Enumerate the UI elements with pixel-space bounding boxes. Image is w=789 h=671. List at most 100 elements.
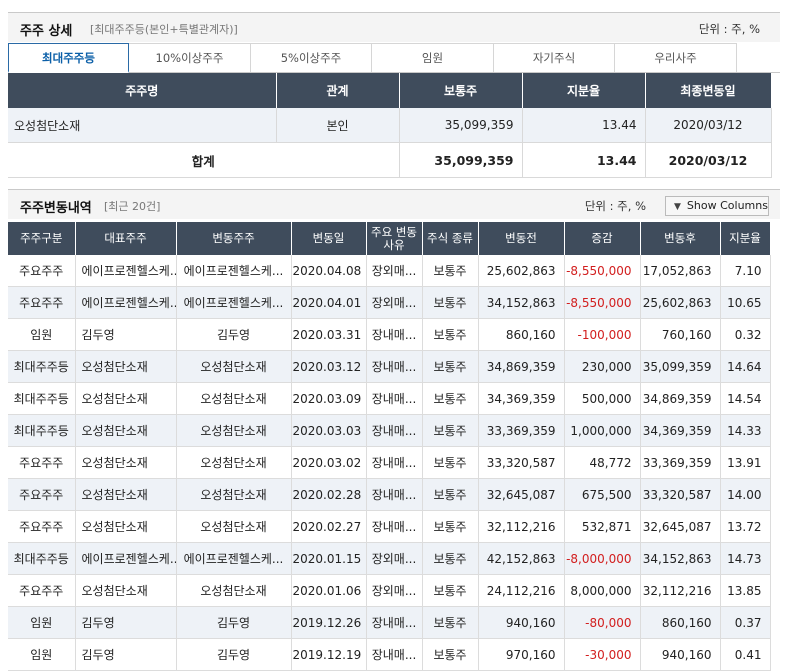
change-amount: -100,000 — [564, 318, 641, 351]
representative: 오성첨단소재 — [75, 382, 177, 415]
after-shares: 760,160 — [640, 318, 721, 351]
col-change: 증감 — [564, 222, 641, 255]
relation: 본인 — [276, 108, 400, 143]
table-row: 최대주주등 에이프로젠헬스케... 에이프로젠헬스케... 2020.01.15 장외매… — [8, 542, 771, 575]
tab-largest-shareholders[interactable]: 최대주주등 — [8, 43, 129, 73]
tab-treasury-stock[interactable]: 자기주식 — [494, 43, 615, 72]
change-amount: 1,000,000 — [564, 414, 641, 447]
stock-type: 보통주 — [422, 606, 479, 639]
holder-type: 주요주주 — [8, 510, 76, 543]
holder-type: 주요주주 — [8, 286, 76, 319]
ownership-ratio: 13.44 — [522, 108, 646, 143]
table-header-row: 주주구분 대표주주 변동주주 변동일 주요 변동사유 주식 종류 변동전 증감 … — [8, 222, 771, 255]
before-shares: 34,369,359 — [478, 382, 565, 415]
shareholder-change-table: 주주구분 대표주주 변동주주 변동일 주요 변동사유 주식 종류 변동전 증감 … — [8, 222, 771, 671]
change-reason: 장내매... — [366, 350, 423, 383]
ratio: 7.10 — [720, 255, 771, 287]
tab-executives[interactable]: 임원 — [372, 43, 494, 72]
last-change-date: 2020/03/12 — [645, 108, 772, 143]
ratio: 14.33 — [720, 414, 771, 447]
change-date: 2019.12.26 — [291, 606, 367, 639]
changed-holder: 오성첨단소재 — [176, 414, 292, 447]
ratio: 13.91 — [720, 446, 771, 479]
ratio: 0.32 — [720, 318, 771, 351]
show-columns-label: Show Columns — [686, 199, 768, 212]
ratio: 14.54 — [720, 382, 771, 415]
ratio: 13.85 — [720, 574, 771, 607]
after-shares: 35,099,359 — [640, 350, 721, 383]
change-reason: 장내매... — [366, 318, 423, 351]
col-change-reason: 주요 변동사유 — [366, 222, 423, 255]
table-row: 최대주주등 오성첨단소재 오성첨단소재 2020.03.09 장내매... 보통주 34,3… — [8, 382, 771, 415]
ratio: 13.72 — [720, 510, 771, 543]
stock-type: 보통주 — [422, 350, 479, 383]
unit-label: 단위 : 주, % — [698, 22, 760, 36]
change-reason: 장내매... — [366, 478, 423, 511]
holder-type: 최대주주등 — [8, 350, 76, 383]
change-date: 2020.03.09 — [291, 382, 367, 415]
changed-holder: 에이프로젠헬스케... — [176, 255, 292, 287]
change-date: 2019.12.19 — [291, 638, 367, 671]
shareholder-tabs: 최대주주등 10%이상주주 5%이상주주 임원 자기주식 우리사주 — [8, 43, 780, 73]
col-ownership-ratio: 지분율 — [522, 73, 646, 108]
ratio: 10.65 — [720, 286, 771, 319]
representative: 에이프로젠헬스케... — [75, 542, 177, 575]
representative: 김두영 — [75, 318, 177, 351]
before-shares: 940,160 — [478, 606, 565, 639]
change-date: 2020.03.02 — [291, 446, 367, 479]
representative: 에이프로젠헬스케... — [75, 286, 177, 319]
change-amount: -80,000 — [564, 606, 641, 639]
col-before: 변동전 — [478, 222, 565, 255]
change-amount: 532,871 — [564, 510, 641, 543]
stock-type: 보통주 — [422, 255, 479, 287]
col-shareholder-name: 주주명 — [8, 73, 277, 108]
total-row: 합계 35,099,359 13.44 2020/03/12 — [8, 142, 772, 178]
col-relation: 관계 — [276, 73, 400, 108]
after-shares: 32,112,216 — [640, 574, 721, 607]
before-shares: 33,369,359 — [478, 414, 565, 447]
total-ratio: 13.44 — [522, 142, 646, 178]
table-row: 임원 김두영 김두영 2019.12.19 장내매... 보통주 970,160 -30,00… — [8, 638, 771, 671]
changed-holder: 오성첨단소재 — [176, 574, 292, 607]
representative: 오성첨단소재 — [75, 414, 177, 447]
change-amount: -30,000 — [564, 638, 641, 671]
change-reason: 장내매... — [366, 446, 423, 479]
ratio: 14.73 — [720, 542, 771, 575]
col-changed-holder: 변동주주 — [176, 222, 292, 255]
table-row: 최대주주등 오성첨단소재 오성첨단소재 2020.03.12 장내매... 보통주 34,8… — [8, 350, 771, 383]
representative: 김두영 — [75, 638, 177, 671]
before-shares: 24,112,216 — [478, 574, 565, 607]
section-title: 주주변동내역 — [20, 201, 92, 216]
after-shares: 860,160 — [640, 606, 721, 639]
representative: 오성첨단소재 — [75, 510, 177, 543]
representative: 오성첨단소재 — [75, 574, 177, 607]
tab-employee-stock[interactable]: 우리사주 — [615, 43, 737, 72]
before-shares: 25,602,863 — [478, 255, 565, 287]
change-amount: -8,000,000 — [564, 542, 641, 575]
change-reason: 장내매... — [366, 606, 423, 639]
table-row: 최대주주등 오성첨단소재 오성첨단소재 2020.03.03 장내매... 보통주 33,3… — [8, 414, 771, 447]
tab-10pct-shareholders[interactable]: 10%이상주주 — [129, 43, 251, 72]
before-shares: 860,160 — [478, 318, 565, 351]
col-representative: 대표주주 — [75, 222, 177, 255]
representative: 김두영 — [75, 606, 177, 639]
col-ratio: 지분율 — [720, 222, 771, 255]
changed-holder: 오성첨단소재 — [176, 446, 292, 479]
before-shares: 42,152,863 — [478, 542, 565, 575]
col-holder-type: 주주구분 — [8, 222, 76, 255]
page: 주주 상세 [최대주주등(본인+특별관계자)] 단위 : 주, % 최대주주등 … — [0, 0, 789, 671]
table-row: 주요주주 오성첨단소재 오성첨단소재 2020.03.02 장내매... 보통주 33,32… — [8, 446, 771, 479]
show-columns-button[interactable]: ▼ Show Columns — [665, 196, 769, 216]
after-shares: 33,369,359 — [640, 446, 721, 479]
after-shares: 33,320,587 — [640, 478, 721, 511]
changed-holder: 김두영 — [176, 318, 292, 351]
shareholder-name: 오성첨단소재 — [8, 108, 277, 143]
change-amount: -8,550,000 — [564, 286, 641, 319]
stock-type: 보통주 — [422, 638, 479, 671]
change-reason: 장외매... — [366, 542, 423, 575]
section-subtitle: [최근 20건] — [104, 200, 161, 213]
stock-type: 보통주 — [422, 286, 479, 319]
tab-5pct-shareholders[interactable]: 5%이상주주 — [251, 43, 372, 72]
section-title: 주주 상세 — [20, 24, 73, 39]
before-shares: 32,112,216 — [478, 510, 565, 543]
